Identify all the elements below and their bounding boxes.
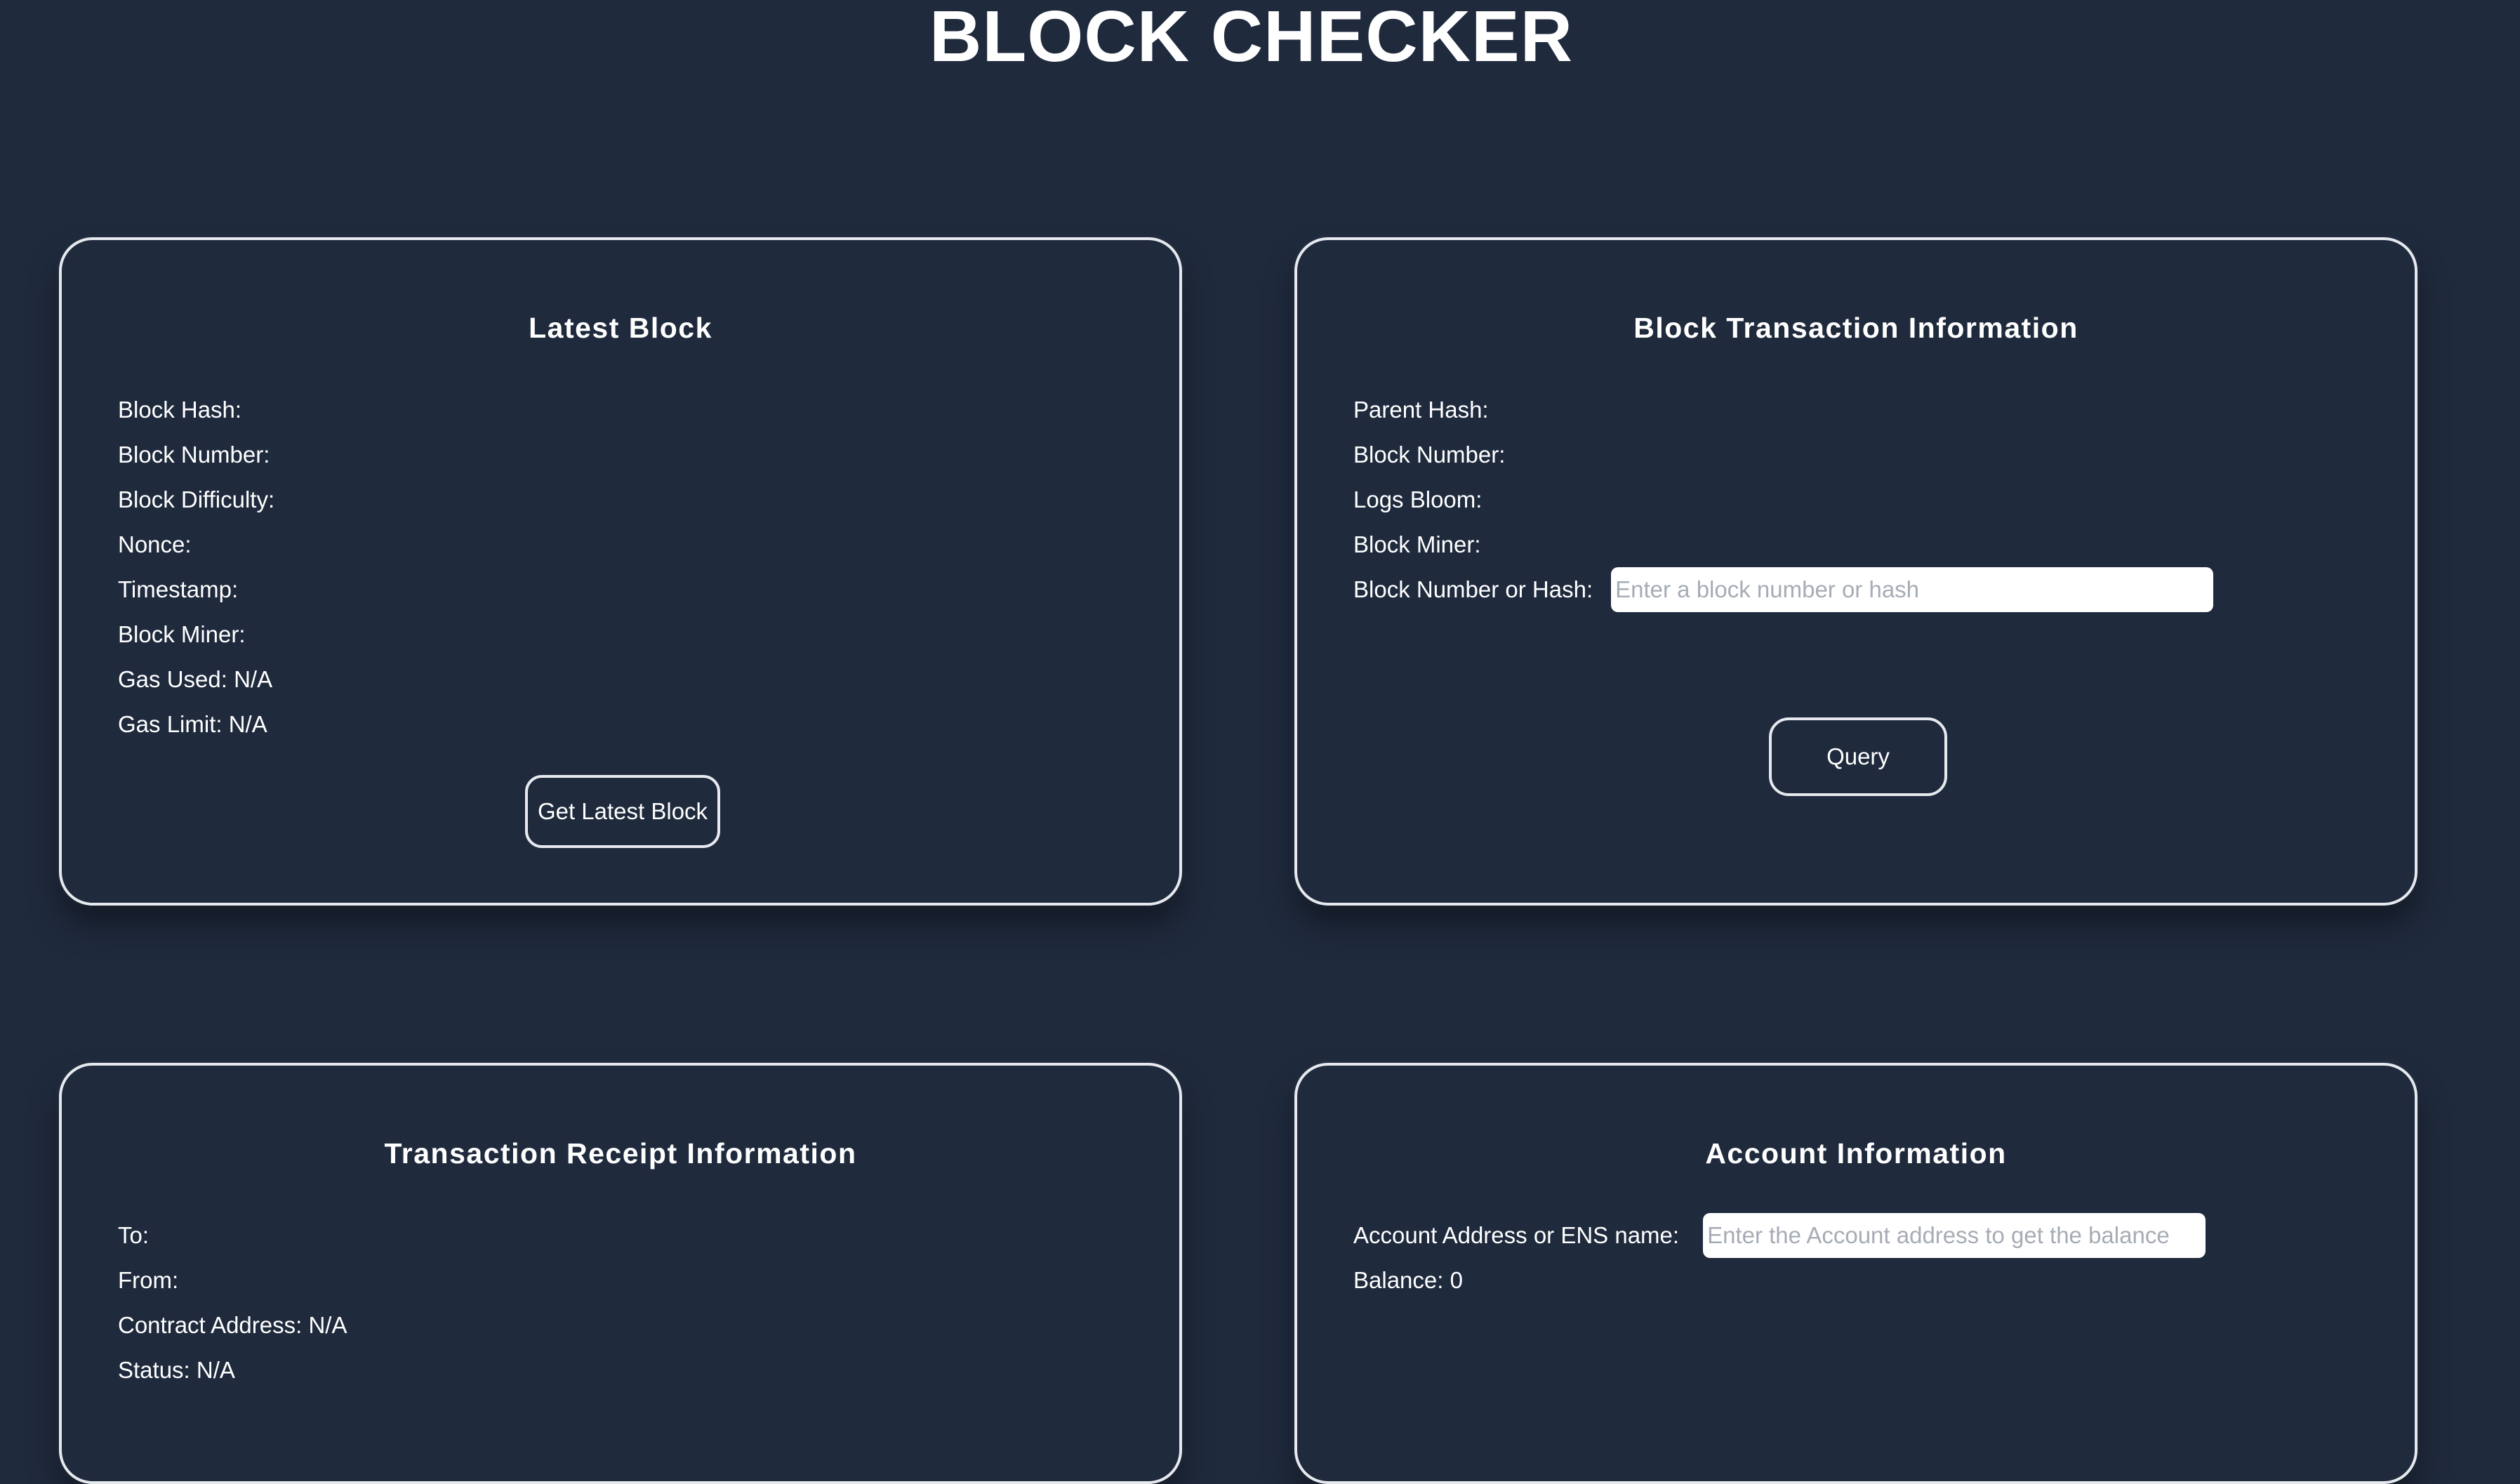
account-address-label: Account Address or ENS name: [1353,1222,1680,1248]
latest-block-card: Latest Block Block Hash: Block Number: B… [59,237,1182,906]
block-number-field: Block Number: [1353,442,1506,468]
query-button[interactable]: Query [1769,717,1947,796]
gas-limit-field: Gas Limit: N/A [118,711,267,737]
gas-used-field: Gas Used: N/A [118,666,273,692]
block-number-field: Block Number: [118,442,270,468]
block-difficulty-field: Block Difficulty: [118,486,275,512]
status-field: Status: N/A [118,1357,235,1383]
block-query-label: Block Number or Hash: [1353,576,1593,602]
block-number-or-hash-input[interactable] [1611,567,2214,612]
to-field: To: [118,1222,150,1248]
block-miner-field: Block Miner: [118,621,246,647]
timestamp-field: Timestamp: [118,576,239,602]
block-transaction-card: Block Transaction Information Parent Has… [1294,237,2418,906]
latest-block-field-list: Block Hash: Block Number: Block Difficul… [118,387,1151,747]
account-field-list: Account Address or ENS name: Balance: 0 [1353,1213,2387,1303]
account-information-card: Account Information Account Address or E… [1294,1063,2418,1484]
from-field: From: [118,1267,179,1293]
latest-block-title: Latest Block [529,312,712,344]
page-title: BLOCK CHECKER [929,0,1574,77]
block-transaction-field-list: Parent Hash: Block Number: Logs Bloom: B… [1353,387,2387,612]
balance-field: Balance: 0 [1353,1267,1463,1293]
account-query-row: Account Address or ENS name: [1353,1213,2387,1258]
logs-bloom-field: Logs Bloom: [1353,486,1483,512]
transaction-receipt-title: Transaction Receipt Information [384,1137,857,1170]
transaction-receipt-card: Transaction Receipt Information To: From… [59,1063,1182,1484]
block-query-row: Block Number or Hash: [1353,567,2387,612]
account-information-title: Account Information [1705,1137,2007,1170]
block-hash-field: Block Hash: [118,397,242,423]
contract-address-field: Contract Address: N/A [118,1312,347,1338]
block-miner-field: Block Miner: [1353,531,1481,557]
transaction-receipt-field-list: To: From: Contract Address: N/A Status: … [118,1213,1151,1393]
get-latest-block-button[interactable]: Get Latest Block [525,775,720,848]
parent-hash-field: Parent Hash: [1353,397,1489,423]
nonce-field: Nonce: [118,531,192,557]
block-transaction-title: Block Transaction Information [1633,312,2078,344]
account-address-input[interactable] [1703,1213,2206,1258]
